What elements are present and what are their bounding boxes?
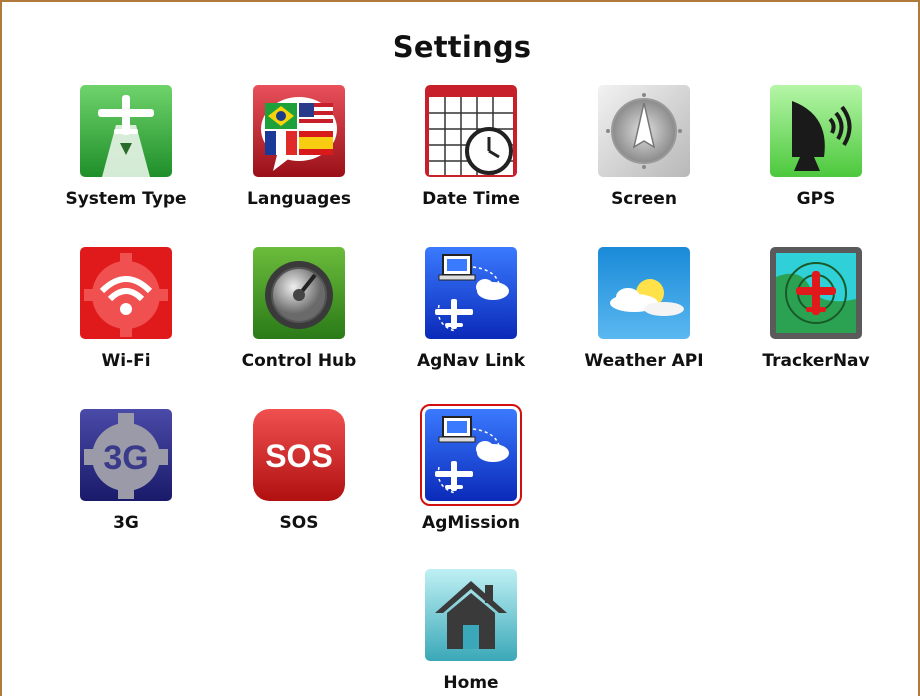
calendar-clock-icon — [425, 85, 517, 177]
tile-label: Languages — [247, 189, 351, 209]
wifi-gear-icon — [80, 247, 172, 339]
tile-label: Screen — [611, 189, 677, 209]
sos-icon-text: SOS — [265, 438, 333, 474]
tile-label: System Type — [65, 189, 187, 209]
tile-label: Date Time — [422, 189, 520, 209]
tile-label: AgNav Link — [416, 351, 526, 371]
tile-label: Control Hub — [241, 351, 357, 371]
page-title: Settings — [392, 30, 532, 64]
tile-label: Weather API — [584, 351, 704, 371]
3g-gear-icon: 3G — [80, 409, 172, 501]
tile-label: GPS — [796, 189, 836, 209]
tile-label: 3G — [113, 513, 139, 533]
control-knob-icon — [253, 247, 345, 339]
aircraft-runway-icon — [80, 85, 172, 177]
tile-label: AgMission — [422, 513, 520, 533]
home-icon — [425, 569, 517, 661]
laptop-airplane-cloud-icon — [420, 404, 522, 506]
weather-sun-cloud-icon — [598, 247, 690, 339]
screen-compass-icon — [598, 85, 690, 177]
tile-label: TrackerNav — [762, 351, 870, 371]
language-flags-icon — [253, 85, 345, 177]
3g-icon-text: 3G — [103, 439, 148, 477]
tile-label: Wi-Fi — [101, 351, 151, 371]
settings-window: Settings System Type Languages Date Time… — [0, 0, 920, 696]
tile-label: SOS — [279, 513, 319, 533]
sos-icon: SOS — [253, 409, 345, 501]
tile-label: Home — [443, 673, 499, 693]
tracker-radar-plane-icon — [770, 247, 862, 339]
gps-satellite-dish-icon — [770, 85, 862, 177]
laptop-airplane-cloud-icon — [425, 247, 517, 339]
